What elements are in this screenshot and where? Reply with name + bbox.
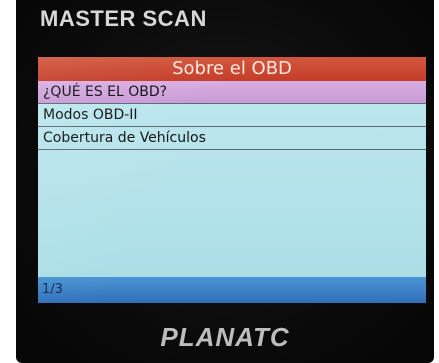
menu-item-que-es-obd[interactable]: ¿QUÉ ES EL OBD?: [38, 81, 426, 104]
menu-item-label: Cobertura de Vehículos: [43, 130, 206, 146]
scanner-device: MASTER SCAN Sobre el OBD ¿QUÉ ES EL OBD?…: [16, 0, 434, 363]
menu-item-label: ¿QUÉ ES EL OBD?: [43, 84, 168, 100]
lcd-screen: Sobre el OBD ¿QUÉ ES EL OBD? Modos OBD-I…: [38, 57, 426, 303]
brand-logo-top: MASTER SCAN: [40, 6, 207, 31]
page-indicator: 1/3: [42, 282, 63, 297]
menu-item-label: Modos OBD-II: [43, 107, 138, 123]
menu-item-modos-obd[interactable]: Modos OBD-II: [38, 104, 426, 127]
status-bar: 1/3: [38, 277, 426, 303]
brand-logo-bottom: PLANATC: [160, 322, 290, 352]
screen-title: Sobre el OBD: [172, 58, 292, 79]
menu-item-cobertura-vehiculos[interactable]: Cobertura de Vehículos: [38, 127, 426, 150]
screen-title-bar: Sobre el OBD: [38, 57, 426, 81]
